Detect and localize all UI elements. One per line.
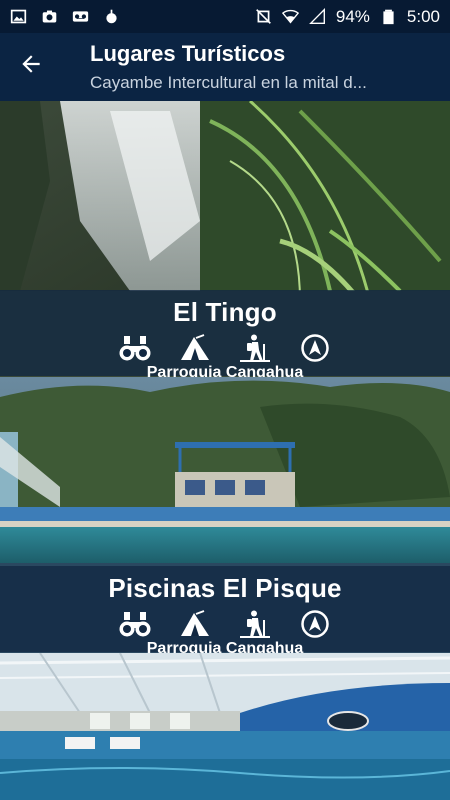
place-card[interactable] <box>0 653 450 800</box>
camera-icon <box>41 8 58 25</box>
place-parish: Parroquia Cangahua <box>146 640 304 653</box>
place-photo-indoor-pool <box>0 653 450 800</box>
place-info: El Tingo Parroquia Cangahua <box>0 290 450 377</box>
page-title: Lugares Turísticos <box>90 41 286 66</box>
activity-icons <box>0 608 450 640</box>
arrow-back-icon <box>18 51 44 82</box>
battery-icon <box>380 8 397 25</box>
page-subtitle: Cayambe Intercultural en la mital d... <box>90 73 367 92</box>
place-card[interactable]: El Tingo Parroquia Cangahua <box>0 101 450 377</box>
mute-icon <box>255 8 272 25</box>
place-card[interactable]: Piscinas El Pisque Parroquia Cangahua <box>0 377 450 653</box>
wifi-icon <box>281 8 299 25</box>
binoculars-icon[interactable] <box>117 333 153 363</box>
navigation-icon[interactable] <box>297 333 333 363</box>
hiking-icon[interactable] <box>237 333 273 363</box>
signal-icon <box>308 8 326 25</box>
place-name: Piscinas El Pisque <box>108 573 342 603</box>
image-icon <box>10 8 27 25</box>
hiking-icon[interactable] <box>237 609 273 639</box>
place-info: Piscinas El Pisque Parroquia Cangahua <box>0 566 450 653</box>
app-bar: Lugares Turísticos Cayambe Intercultural… <box>0 33 450 101</box>
voicemail-icon <box>72 8 89 25</box>
back-button[interactable] <box>14 49 48 83</box>
camping-icon[interactable] <box>177 333 213 363</box>
status-bar: 94% 5:00 <box>0 0 450 33</box>
places-list[interactable]: El Tingo Parroquia Cangahua Piscinas El … <box>0 101 450 800</box>
camping-icon[interactable] <box>177 609 213 639</box>
navigation-icon[interactable] <box>297 609 333 639</box>
place-parish: Parroquia Cangahua <box>146 364 304 377</box>
drop-icon <box>103 8 120 25</box>
place-name: El Tingo <box>173 297 277 327</box>
binoculars-icon[interactable] <box>117 609 153 639</box>
activity-icons <box>0 332 450 364</box>
battery-percent: 94% <box>335 6 370 26</box>
clock: 5:00 <box>406 6 440 26</box>
